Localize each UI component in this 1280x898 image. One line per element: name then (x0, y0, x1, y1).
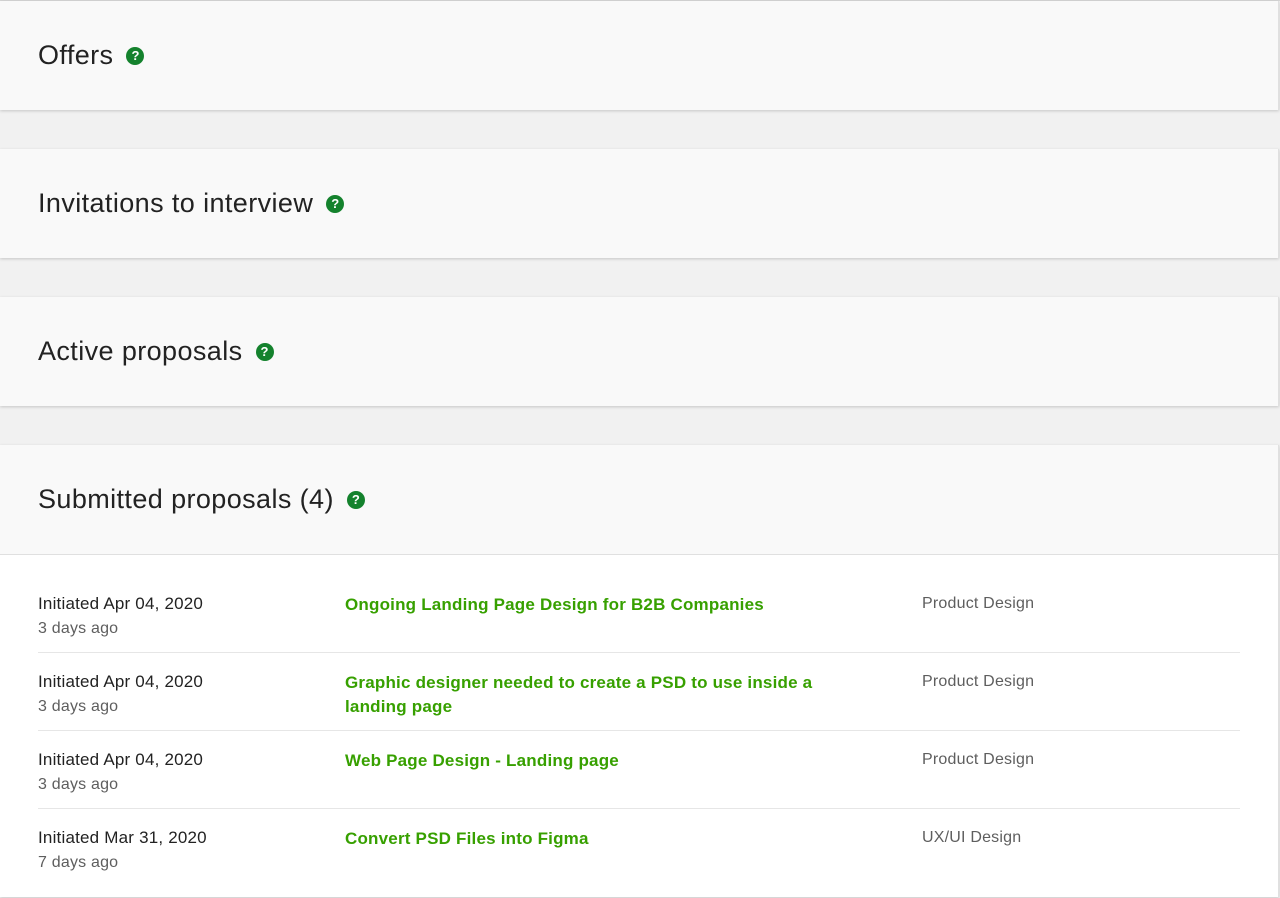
question-circle-icon[interactable]: ? (255, 342, 274, 361)
offers-title: Offers (38, 40, 114, 70)
relative-time: 3 days ago (38, 776, 119, 793)
active-proposals-section: Active proposals ? (0, 297, 1279, 406)
proposal-row: Initiated Apr 04, 2020 3 days ago Ongoin… (38, 575, 1240, 653)
proposal-date: Initiated Apr 04, 2020 3 days ago (38, 749, 345, 808)
proposal-title-cell: Convert PSD Files into Figma (345, 827, 922, 887)
active-proposals-title: Active proposals (38, 336, 243, 366)
proposal-job-link[interactable]: Graphic designer needed to create a PSD … (345, 671, 845, 719)
initiated-date: Initiated Mar 31, 2020 (38, 828, 207, 847)
initiated-date: Initiated Apr 04, 2020 (38, 672, 204, 691)
invitations-section: Invitations to interview ? (0, 149, 1279, 258)
invitations-title: Invitations to interview (38, 188, 314, 218)
submitted-proposals-list: Initiated Apr 04, 2020 3 days ago Ongoin… (0, 554, 1278, 897)
initiated-date: Initiated Apr 04, 2020 (38, 594, 204, 613)
offers-header: Offers ? (0, 1, 1278, 110)
proposal-row: Initiated Apr 04, 2020 3 days ago Graphi… (38, 653, 1240, 731)
proposal-category: Product Design (922, 595, 1035, 612)
question-circle-icon[interactable]: ? (126, 46, 145, 65)
relative-time: 3 days ago (38, 698, 119, 715)
question-circle-icon[interactable]: ? (346, 490, 365, 509)
proposal-date: Initiated Apr 04, 2020 3 days ago (38, 593, 345, 652)
proposals-page: Offers ? Invitations to interview ? Acti… (0, 0, 1280, 898)
proposal-row: Initiated Mar 31, 2020 7 days ago Conver… (38, 809, 1240, 887)
active-proposals-header: Active proposals ? (0, 297, 1278, 406)
proposal-category: Product Design (922, 673, 1035, 690)
submitted-proposals-title: Submitted proposals (4) (38, 484, 334, 514)
proposal-job-link[interactable]: Web Page Design - Landing page (345, 749, 619, 773)
invitations-header: Invitations to interview ? (0, 149, 1278, 258)
proposal-job-link[interactable]: Ongoing Landing Page Design for B2B Comp… (345, 593, 764, 617)
proposal-row: Initiated Apr 04, 2020 3 days ago Web Pa… (38, 731, 1240, 809)
submitted-proposals-header: Submitted proposals (4) ? (0, 445, 1278, 554)
relative-time: 7 days ago (38, 854, 119, 871)
proposal-title-cell: Ongoing Landing Page Design for B2B Comp… (345, 593, 922, 652)
proposal-date: Initiated Mar 31, 2020 7 days ago (38, 827, 345, 887)
proposal-category: Product Design (922, 751, 1035, 768)
initiated-date: Initiated Apr 04, 2020 (38, 750, 204, 769)
proposal-title-cell: Web Page Design - Landing page (345, 749, 922, 808)
offers-section: Offers ? (0, 1, 1279, 110)
proposal-date: Initiated Apr 04, 2020 3 days ago (38, 671, 345, 730)
submitted-proposals-section: Submitted proposals (4) ? Initiated Apr … (0, 445, 1279, 897)
proposal-title-cell: Graphic designer needed to create a PSD … (345, 671, 922, 730)
question-circle-icon[interactable]: ? (326, 194, 345, 213)
proposal-category: UX/UI Design (922, 829, 1022, 846)
proposal-job-link[interactable]: Convert PSD Files into Figma (345, 827, 589, 851)
relative-time: 3 days ago (38, 620, 119, 637)
